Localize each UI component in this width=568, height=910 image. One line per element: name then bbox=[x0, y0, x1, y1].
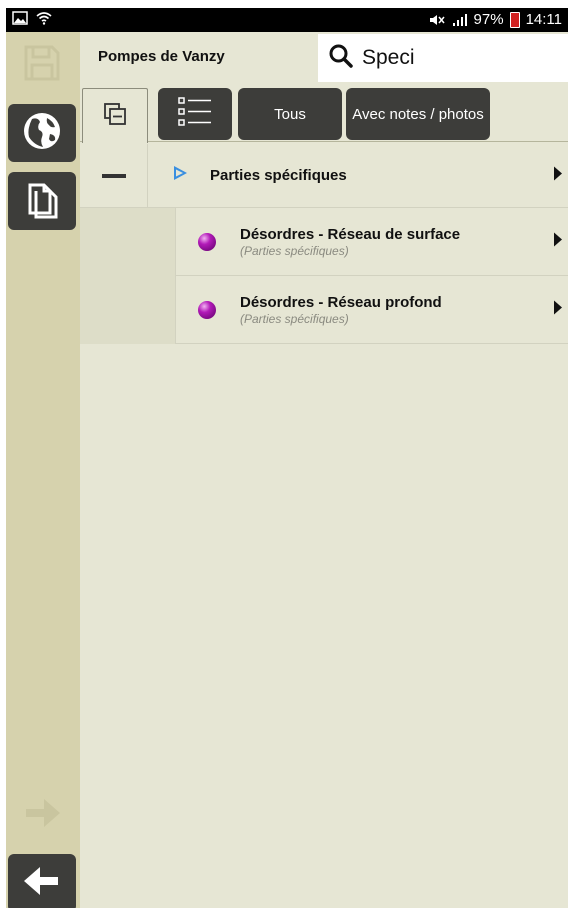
header: Pompes de Vanzy bbox=[80, 32, 568, 84]
search-box[interactable] bbox=[318, 34, 568, 82]
child-title: Désordres - Réseau profond bbox=[240, 293, 442, 311]
list-icon bbox=[177, 95, 213, 133]
globe-icon bbox=[20, 109, 64, 158]
map-button[interactable] bbox=[8, 104, 76, 162]
toolbar: Tous Avec notes / photos bbox=[80, 86, 568, 143]
tree-root-row[interactable]: Parties spécifiques bbox=[80, 143, 568, 208]
node-ball-icon bbox=[198, 232, 216, 251]
list-view-button[interactable] bbox=[158, 88, 232, 140]
battery-percent: 97% bbox=[473, 11, 504, 28]
collapse-all-button[interactable] bbox=[82, 88, 148, 143]
arrow-right-icon bbox=[20, 791, 64, 840]
page-title: Pompes de Vanzy bbox=[98, 48, 225, 65]
status-bar: 97% 14:11 bbox=[6, 8, 568, 32]
save-icon bbox=[22, 43, 62, 88]
filter-all-button[interactable]: Tous bbox=[238, 88, 342, 140]
forward-button[interactable] bbox=[8, 786, 76, 844]
chevron-right-icon[interactable] bbox=[554, 300, 562, 319]
search-icon[interactable] bbox=[328, 43, 354, 74]
child-subtitle: (Parties spécifiques) bbox=[240, 243, 349, 258]
node-ball-icon bbox=[198, 300, 216, 319]
filter-notes-photos-button[interactable]: Avec notes / photos bbox=[346, 88, 490, 140]
save-button[interactable] bbox=[8, 36, 76, 94]
collapse-toggle[interactable] bbox=[80, 143, 148, 208]
image-icon bbox=[12, 11, 28, 25]
battery-icon bbox=[509, 11, 520, 28]
back-button[interactable] bbox=[8, 854, 76, 908]
tree-child-row[interactable]: Désordres - Réseau de surface (Parties s… bbox=[80, 207, 568, 276]
indent-spacer bbox=[80, 207, 176, 276]
child-subtitle: (Parties spécifiques) bbox=[240, 311, 349, 326]
collapse-all-icon bbox=[103, 102, 127, 130]
chevron-right-icon[interactable] bbox=[554, 232, 562, 251]
search-input[interactable] bbox=[362, 46, 542, 70]
mute-icon bbox=[428, 13, 446, 27]
arrow-left-icon bbox=[20, 859, 64, 908]
copy-icon bbox=[22, 177, 62, 226]
play-icon bbox=[172, 165, 188, 186]
signal-icon bbox=[452, 13, 468, 27]
minus-icon bbox=[101, 173, 126, 178]
tree-child-row[interactable]: Désordres - Réseau profond (Parties spéc… bbox=[80, 275, 568, 344]
chevron-right-icon[interactable] bbox=[554, 166, 562, 185]
app-screen: 97% 14:11 Pompes de Vanzy Speci Tous Ave… bbox=[6, 8, 568, 908]
wifi-icon bbox=[36, 11, 52, 25]
child-title: Désordres - Réseau de surface bbox=[240, 225, 461, 243]
tree-view: Parties spécifiques Désordres - Réseau d… bbox=[80, 143, 568, 344]
indent-spacer bbox=[80, 275, 176, 344]
clock: 14:11 bbox=[525, 11, 562, 28]
sidebar bbox=[6, 32, 80, 908]
documents-button[interactable] bbox=[8, 172, 76, 230]
tree-root-label: Parties spécifiques bbox=[210, 167, 347, 184]
